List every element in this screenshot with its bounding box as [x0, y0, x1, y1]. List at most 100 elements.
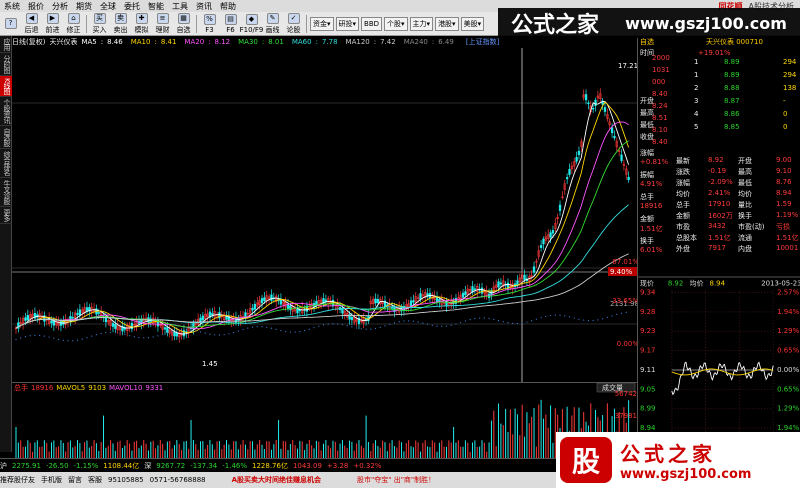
book-price: 8.86 [724, 110, 740, 118]
sidebar-tab-4[interactable]: 自选股 [0, 126, 12, 149]
toolbar-button-6[interactable]: ✚ 模拟 [131, 12, 152, 35]
index-overlay-point [426, 323, 429, 325]
index-overlay-point [34, 334, 36, 336]
period-label[interactable]: 日线(复权) [12, 37, 45, 47]
toolbar-button-3[interactable]: ⌂ 修正 [63, 12, 84, 35]
volume-chart[interactable]: 总手 18916 MAVOL5 9103 MAVOL10 9331 成交量567423798… [12, 382, 637, 458]
toolbar-button-1[interactable]: ◀ 后退 [21, 12, 42, 35]
toolbar-button-4[interactable]: 买买入 [89, 12, 110, 35]
toolbar-button-7[interactable]: ≡ 理财 [152, 12, 173, 35]
stat-label-a: 总手 [676, 201, 690, 209]
index-overlay-point [209, 333, 211, 335]
toolbar-dropdown-0[interactable]: 资金▾ [310, 16, 334, 31]
menu-item-5[interactable]: 委托 [120, 1, 144, 12]
toolbar-button-13[interactable]: ✓ 论股 [283, 12, 304, 35]
bottom-item-5[interactable]: 0571-56768888 [150, 476, 206, 484]
sidebar-tab-1[interactable]: 分时图 [0, 53, 12, 76]
toolbar-button-9[interactable]: % F3 [199, 13, 220, 35]
candle-body [260, 298, 264, 304]
index-overlay-point [606, 316, 608, 319]
bottom-item-2[interactable]: 留言 [68, 475, 82, 485]
sh-index[interactable]: 2275.91 [12, 462, 41, 470]
sidebar-tab-7[interactable]: 更多 [0, 207, 12, 224]
ma-item-1: MA10:8.41 [131, 38, 181, 46]
candle-body [419, 293, 422, 300]
toolbar-label-7: 理财 [155, 25, 170, 34]
index-overlay-point [233, 331, 235, 334]
bottom-ad[interactable]: A股买卖大时间绝佳赚息机会 [232, 475, 321, 485]
bottom-ad-2[interactable]: 股市"夺宝" 出"商"制胜！ [357, 475, 435, 485]
menu-item-0[interactable]: 系统 [0, 1, 24, 12]
toolbar-dropdown-5[interactable]: 港股▾ [435, 16, 459, 31]
vol-info: 总手 18916 MAVOL5 9103 MAVOL10 9331 [14, 383, 163, 392]
pct-scale-label: 33.65% [612, 297, 637, 305]
sidebar-tab-6[interactable]: 牛叉诊股 [0, 178, 12, 207]
stat-value-b: 1.59 [776, 200, 792, 208]
bottom-item-0[interactable]: 推荐股仔友 [0, 475, 35, 485]
stat-label-b: 内盘 [738, 245, 752, 253]
intraday-pct-tick: 2.57% [777, 288, 799, 296]
index-overlay-point [185, 328, 187, 331]
index-overlay-point [299, 330, 301, 333]
menu-item-8[interactable]: 资讯 [192, 1, 216, 12]
toolbar-icon-2: ▶ [46, 12, 59, 24]
menu-item-2[interactable]: 分析 [48, 1, 72, 12]
index-overlay-point [351, 326, 353, 328]
toolbar-dropdown-2[interactable]: BBD [361, 16, 383, 31]
sidebar-tab-5[interactable]: 综合排名 [0, 149, 12, 178]
toolbar-button-8[interactable]: ▦ 自选 [173, 12, 194, 35]
toolbar-dropdown-1[interactable]: 研投▾ [335, 16, 360, 31]
third-index[interactable]: 1043.09 [293, 462, 322, 470]
book-price: 8.89 [724, 71, 740, 79]
candle-body [539, 245, 543, 248]
ma-value: 7.78 [321, 38, 338, 46]
bottom-item-4[interactable]: 95105885 [108, 476, 144, 484]
toolbar-button-10[interactable]: ▤ F6 [220, 13, 241, 35]
toolbar-button-12[interactable]: ✎ 画线 [262, 12, 283, 35]
menu-item-7[interactable]: 工具 [168, 1, 192, 12]
index-tag[interactable]: [上证指数] [466, 37, 499, 47]
sidebar-tab-0[interactable]: 应用 [0, 36, 12, 53]
toolbar-dropdown-6[interactable]: 美股▾ [460, 16, 485, 31]
book-volume: 0 [783, 123, 788, 131]
vol-scale-label: 56742 [615, 390, 637, 398]
toolbar-button-11[interactable]: ◆ F10/F9 [240, 13, 263, 35]
main-kline-chart[interactable]: 17.211.452131.9867.01%33.65%0.00%9.40% [12, 48, 637, 382]
stat-value-a: 1602万 [708, 212, 733, 220]
stat-value-b: 8.94 [776, 189, 792, 197]
toolbar-button-5[interactable]: 卖卖出 [110, 12, 131, 35]
menu-item-6[interactable]: 智能 [144, 1, 168, 12]
index-overlay-point [512, 322, 514, 324]
bottom-item-1[interactable]: 手机版 [41, 475, 62, 485]
candle-body [594, 99, 597, 106]
bottom-item-3[interactable]: 客服 [88, 475, 102, 485]
intraday-price-tick: 9.05 [640, 385, 655, 393]
intraday-chart[interactable]: 现价 8.92 均价 8.94 2013-05-23 9.34 9.28 9.23 9.17 9.… [637, 276, 800, 458]
index-overlay-point [176, 329, 178, 331]
menu-item-4[interactable]: 全球 [96, 1, 120, 12]
toolbar-dropdown-4[interactable]: 主力▾ [409, 16, 434, 31]
index-overlay-point [341, 324, 344, 326]
sidebar-tab-3[interactable]: 个股资讯 [0, 97, 12, 126]
toolbar-button-0[interactable]: ? [0, 13, 21, 35]
menu-item-1[interactable]: 报价 [24, 1, 48, 12]
menu-item-9[interactable]: 帮助 [216, 1, 240, 12]
index-overlay-point [545, 315, 547, 317]
toolbar-dropdown-3[interactable]: 个股▾ [384, 16, 408, 31]
ma-name: MA240 [403, 38, 428, 46]
index-overlay-point [313, 327, 315, 329]
index-overlay-point [289, 331, 291, 333]
sz-index[interactable]: 9267.72 [156, 462, 185, 470]
index-overlay-point [625, 311, 627, 314]
index-overlay-point [483, 317, 485, 319]
quote-header-left[interactable]: 自选 [640, 37, 654, 47]
quote-header-name[interactable]: 天兴仪表 000710 [706, 37, 763, 47]
candle-body [201, 315, 205, 321]
toolbar-button-2[interactable]: ▶ 前进 [42, 12, 63, 35]
sidebar-tab-2[interactable]: K线图 [0, 76, 12, 97]
menu-item-3[interactable]: 期货 [72, 1, 96, 12]
index-overlay-point [308, 328, 310, 330]
ma-list: MA5:8.46 MA10:8.41 MA20:8.12 MA30:8.01 MA60:… [81, 38, 461, 46]
candle-body [620, 154, 623, 161]
index-overlay-point [195, 330, 197, 332]
